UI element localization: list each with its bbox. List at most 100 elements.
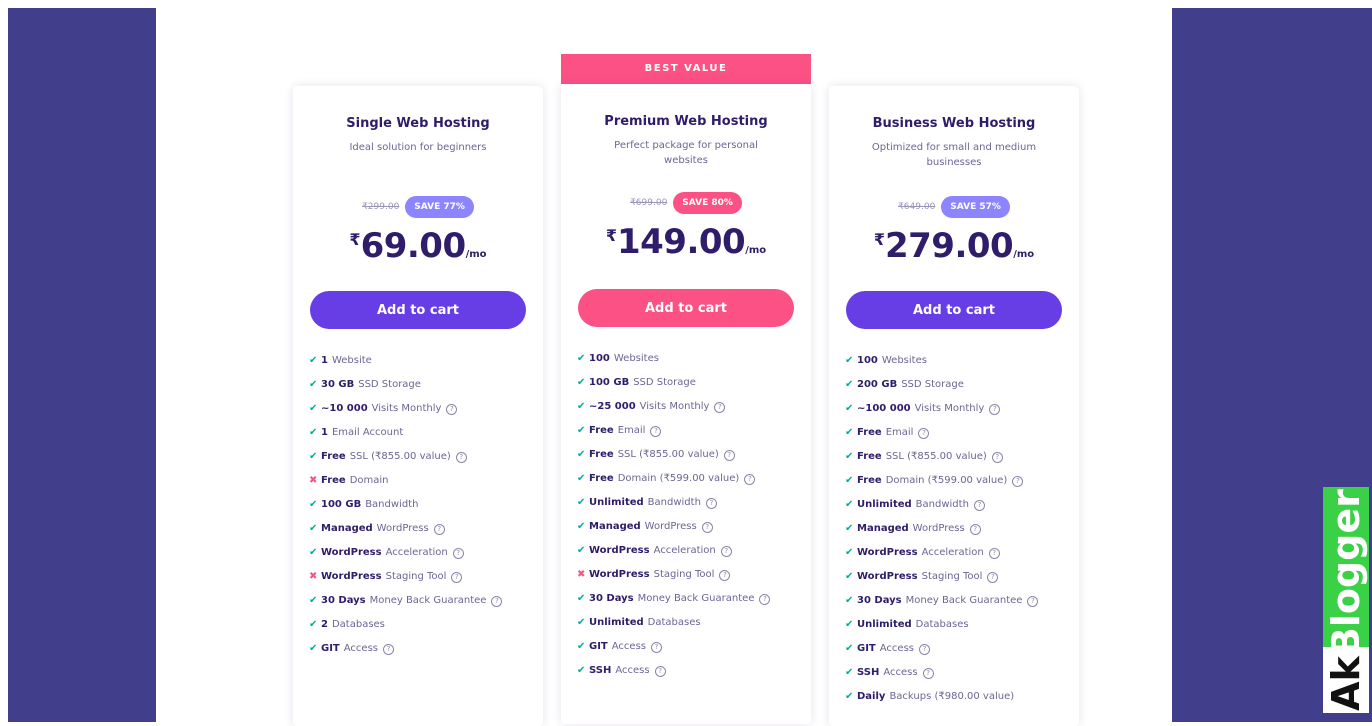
feature-text: Free Domain: [321, 474, 389, 488]
check-icon: ✔: [577, 401, 586, 412]
info-icon[interactable]: ?: [991, 452, 1003, 463]
feature-label: Acceleration: [385, 547, 448, 558]
feature-highlight: 100: [857, 355, 878, 366]
plan-description: Optimized for small and medium businesse…: [871, 142, 1037, 168]
feature-highlight: WordPress: [321, 547, 382, 558]
feature-item: ✔ 100 GB Bandwidth: [309, 498, 533, 512]
feature-item: ✔ Managed WordPress?: [845, 522, 1069, 536]
info-icon[interactable]: ?: [759, 594, 771, 605]
check-icon: ✔: [577, 473, 586, 484]
check-icon: ✔: [845, 379, 854, 390]
info-icon[interactable]: ?: [650, 426, 662, 437]
feature-highlight: ~10 000: [321, 403, 368, 414]
info-icon[interactable]: ?: [452, 548, 464, 559]
check-icon: ✔: [845, 403, 854, 414]
feature-text: 100 Websites: [589, 352, 659, 366]
discount-row: ₹299.00 SAVE 77%: [293, 196, 543, 218]
feature-highlight: 200 GB: [857, 379, 898, 390]
feature-text: 2 Databases: [321, 618, 385, 632]
info-icon[interactable]: ?: [918, 428, 930, 439]
cross-icon: ✖: [309, 571, 318, 582]
info-icon[interactable]: ?: [723, 450, 735, 461]
add-to-cart-button[interactable]: Add to cart: [846, 291, 1062, 329]
info-icon[interactable]: ?: [714, 402, 726, 413]
feature-label: Databases: [647, 617, 701, 628]
feature-highlight: WordPress: [857, 571, 918, 582]
info-icon[interactable]: ?: [705, 498, 717, 509]
feature-text: Free Domain (₹599.00 value): [857, 474, 1007, 488]
check-icon: ✔: [309, 523, 318, 534]
feature-text: 30 Days Money Back Guarantee: [589, 592, 754, 606]
info-icon[interactable]: ?: [446, 404, 458, 415]
info-icon[interactable]: ?: [918, 644, 930, 655]
feature-item: ✔ WordPress Staging Tool?: [845, 570, 1069, 584]
currency-symbol: ₹: [349, 230, 361, 249]
feature-label: SSL (₹855.00 value): [617, 449, 719, 460]
plan-title: Single Web Hosting: [346, 116, 490, 131]
feature-label: Staging Tool: [921, 571, 983, 582]
info-icon[interactable]: ?: [701, 522, 713, 533]
feature-text: 1 Website: [321, 354, 372, 368]
cross-icon: ✖: [309, 475, 318, 486]
check-icon: ✔: [309, 355, 318, 366]
feature-item: ✖ WordPress Staging Tool?: [577, 568, 801, 582]
check-icon: ✔: [845, 643, 854, 654]
feature-highlight: WordPress: [589, 569, 650, 580]
info-icon[interactable]: ?: [969, 524, 981, 535]
feature-highlight: GIT: [589, 641, 608, 652]
left-side-panel: [8, 8, 156, 722]
feature-text: WordPress Staging Tool: [589, 568, 714, 582]
check-icon: ✔: [309, 595, 318, 606]
feature-item: ✔ Unlimited Databases: [845, 618, 1069, 632]
info-icon[interactable]: ?: [987, 572, 999, 583]
info-icon[interactable]: ?: [922, 668, 934, 679]
info-icon[interactable]: ?: [650, 642, 662, 653]
feature-text: Daily Backups (₹980.00 value): [857, 690, 1014, 704]
info-icon[interactable]: ?: [720, 546, 732, 557]
feature-highlight: Unlimited: [857, 499, 912, 510]
add-to-cart-button[interactable]: Add to cart: [578, 289, 794, 327]
feature-item: ✔ WordPress Acceleration?: [845, 546, 1069, 560]
check-icon: ✔: [309, 643, 318, 654]
feature-text: Free Email: [857, 426, 913, 440]
price-period: /mo: [465, 249, 487, 260]
page-gutter: [0, 0, 8, 722]
plan-card-premium: Premium Web Hosting Perfect package for …: [561, 84, 811, 724]
info-icon[interactable]: ?: [491, 596, 503, 607]
check-icon: ✔: [309, 451, 318, 462]
info-icon[interactable]: ?: [451, 572, 463, 583]
check-icon: ✔: [309, 547, 318, 558]
info-icon[interactable]: ?: [719, 570, 731, 581]
add-to-cart-button[interactable]: Add to cart: [310, 291, 526, 329]
info-icon[interactable]: ?: [654, 666, 666, 677]
feature-text: Unlimited Bandwidth: [857, 498, 969, 512]
info-icon[interactable]: ?: [382, 644, 394, 655]
info-icon[interactable]: ?: [973, 500, 985, 511]
save-badge: SAVE 77%: [405, 196, 474, 218]
info-icon[interactable]: ?: [1012, 476, 1024, 487]
info-icon[interactable]: ?: [744, 474, 756, 485]
feature-item: ✔ 2 Databases: [309, 618, 533, 632]
feature-list: ✔ 100 Websites ✔ 100 GB SSD Storage ✔ ~25 000 Vi…: [577, 352, 801, 688]
feature-label: Visits Monthly: [914, 403, 985, 414]
info-icon[interactable]: ?: [988, 548, 1000, 559]
feature-text: Managed WordPress: [589, 520, 697, 534]
price-amount: 279.00: [884, 226, 1014, 266]
feature-label: Access: [883, 667, 918, 678]
check-icon: ✔: [309, 403, 318, 414]
check-icon: ✔: [309, 499, 318, 510]
feature-item: ✔ Free SSL (₹855.00 value)?: [845, 450, 1069, 464]
feature-item: ✔ Free Email?: [577, 424, 801, 438]
feature-text: GIT Access: [589, 640, 646, 654]
info-icon[interactable]: ?: [1027, 596, 1039, 607]
feature-text: WordPress Acceleration: [321, 546, 448, 560]
old-price: ₹699.00: [630, 198, 668, 208]
info-icon[interactable]: ?: [455, 452, 467, 463]
feature-item: ✔ 30 Days Money Back Guarantee?: [309, 594, 533, 608]
feature-label: Domain (₹599.00 value): [617, 473, 740, 484]
check-icon: ✔: [577, 497, 586, 508]
feature-label: SSL (₹855.00 value): [885, 451, 987, 462]
info-icon[interactable]: ?: [433, 524, 445, 535]
feature-item: ✔ Free Domain (₹599.00 value)?: [845, 474, 1069, 488]
info-icon[interactable]: ?: [989, 404, 1001, 415]
